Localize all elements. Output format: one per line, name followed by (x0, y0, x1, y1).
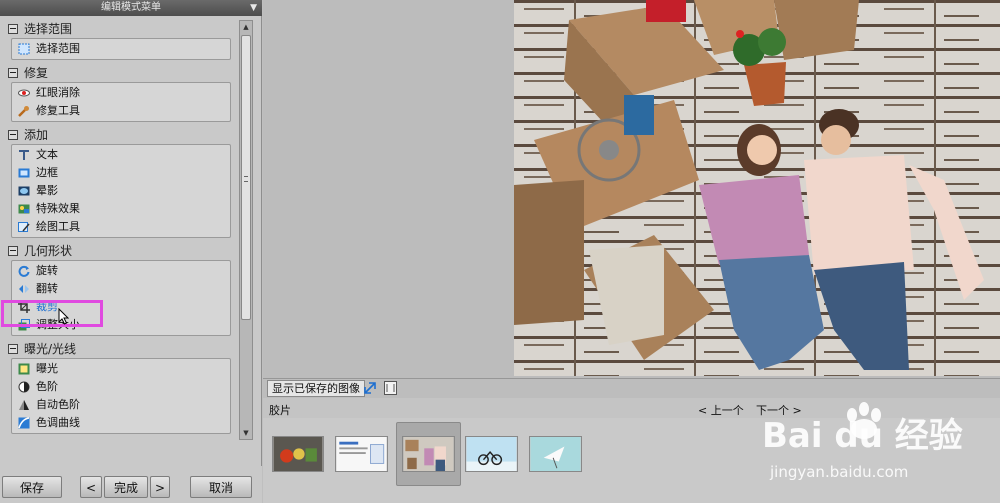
auto-levels-icon (18, 399, 30, 411)
menu-item-vignette[interactable]: 晕影 (12, 182, 230, 200)
menu-item-drawing-tool[interactable]: 绘图工具 (12, 218, 230, 236)
section-title: 选择范围 (24, 22, 73, 36)
menu-item-label: 晕影 (36, 184, 58, 197)
section-repair: 修复 红眼消除 修复工具 (5, 64, 237, 122)
scroll-down-arrow-icon[interactable]: ▼ (240, 427, 252, 439)
filmstrip (263, 418, 1000, 503)
section-header[interactable]: 选择范围 (5, 20, 237, 38)
rotate-icon (18, 265, 30, 277)
menu-list: 选择范围 选择范围 修复 红眼消除 修复工具 添加 文本 边框 晕影 特殊效果 … (5, 20, 237, 440)
filmstrip-previous-link[interactable]: < 上一个 (698, 402, 744, 418)
section-selection: 选择范围 选择范围 (5, 20, 237, 60)
edited-photo (514, 0, 1000, 376)
menu-item-auto-levels[interactable]: 自动色阶 (12, 396, 230, 414)
next-button[interactable]: > (150, 476, 170, 498)
done-button[interactable]: 完成 (104, 476, 148, 498)
filmstrip-toggle-icon[interactable] (384, 381, 397, 395)
section-geometry: 几何形状 旋转 翻转 裁剪 调整大小 (5, 242, 237, 336)
vignette-icon (18, 185, 30, 197)
section-title: 添加 (24, 128, 49, 142)
menu-item-text[interactable]: 文本 (12, 146, 230, 164)
menu-item-levels[interactable]: 色阶 (12, 378, 230, 396)
menu-item-label: 色调曲线 (36, 416, 80, 429)
drawing-tool-icon (18, 221, 30, 233)
tab-show-saved-images[interactable]: 显示已保存的图像 (267, 380, 365, 397)
collapse-icon[interactable] (8, 68, 18, 78)
thumbnail-document[interactable] (335, 436, 388, 472)
filmstrip-label: 胶片 (269, 404, 291, 417)
thumbnail-vegetables[interactable] (272, 436, 324, 472)
exposure-icon (18, 363, 30, 375)
menu-item-label: 文本 (36, 148, 58, 161)
cancel-button[interactable]: 取消 (190, 476, 252, 498)
panel-header: 编辑模式菜单 ▼ (0, 0, 262, 16)
tone-curve-icon (18, 417, 30, 429)
menu-item-select-range[interactable]: 选择范围 (12, 40, 230, 58)
menu-item-label: 修复工具 (36, 104, 80, 117)
menu-item-red-eye[interactable]: 红眼消除 (12, 84, 230, 102)
panel-menu-dropdown-icon[interactable]: ▼ (250, 0, 257, 16)
collapse-icon[interactable] (8, 24, 18, 34)
scroll-thumb[interactable] (241, 35, 251, 320)
section-title: 几何形状 (24, 244, 73, 258)
levels-icon (18, 381, 30, 393)
menu-item-label: 自动色阶 (36, 398, 80, 411)
menu-item-label: 色阶 (36, 380, 58, 393)
menu-item-exposure[interactable]: 曝光 (12, 360, 230, 378)
menu-item-label: 选择范围 (36, 42, 80, 55)
collapse-icon[interactable] (8, 130, 18, 140)
menu-item-label: 旋转 (36, 264, 58, 277)
menu-item-tone-curve[interactable]: 色调曲线 (12, 414, 230, 432)
action-bar: 保存 < 完成 > 取消 (0, 466, 262, 503)
section-title: 修复 (24, 66, 49, 80)
resize-icon (18, 319, 30, 331)
menu-item-label: 绘图工具 (36, 220, 80, 233)
section-header[interactable]: 曝光/光线 (5, 340, 237, 358)
expand-arrows-icon[interactable] (363, 381, 377, 395)
section-header[interactable]: 修复 (5, 64, 237, 82)
border-icon (18, 167, 30, 179)
filmstrip-next-link[interactable]: 下一个 > (756, 402, 802, 418)
scroll-up-arrow-icon[interactable]: ▲ (240, 21, 252, 33)
menu-item-label: 红眼消除 (36, 86, 80, 99)
view-tab-strip: 显示已保存的图像 (263, 378, 1000, 398)
menu-item-label: 裁剪 (36, 300, 58, 313)
menu-item-label: 特殊效果 (36, 202, 80, 215)
menu-item-special-effects[interactable]: 特殊效果 (12, 200, 230, 218)
section-add: 添加 文本 边框 晕影 特殊效果 绘图工具 (5, 126, 237, 238)
section-header[interactable]: 几何形状 (5, 242, 237, 260)
red-eye-icon (18, 87, 30, 99)
panel-title: 编辑模式菜单 (101, 2, 161, 13)
menu-item-flip[interactable]: 翻转 (12, 280, 230, 298)
section-exposure: 曝光/光线 曝光 色阶 自动色阶 色调曲线 (5, 340, 237, 434)
special-effects-icon (18, 203, 30, 215)
menu-item-crop[interactable]: 裁剪 (12, 298, 230, 316)
menu-item-border[interactable]: 边框 (12, 164, 230, 182)
menu-item-repair-tool[interactable]: 修复工具 (12, 102, 230, 120)
thumbnail-cyclist[interactable] (465, 436, 518, 472)
menu-item-rotate[interactable]: 旋转 (12, 262, 230, 280)
flip-icon (18, 283, 30, 295)
collapse-icon[interactable] (8, 246, 18, 256)
menu-scrollbar[interactable]: ▲ ▼ (239, 20, 253, 440)
thumbnail-couple-photo[interactable] (402, 436, 455, 472)
repair-tool-icon (18, 105, 30, 117)
edit-mode-panel: 编辑模式菜单 ▼ 选择范围 选择范围 修复 红眼消除 修复工具 添加 文本 边框… (0, 0, 262, 503)
filmstrip-header: 胶片 < 上一个 下一个 > (263, 398, 1000, 418)
crop-icon (18, 301, 30, 313)
save-button[interactable]: 保存 (2, 476, 62, 498)
selection-icon (18, 43, 30, 55)
text-icon (18, 149, 30, 161)
menu-item-label: 边框 (36, 166, 58, 179)
collapse-icon[interactable] (8, 344, 18, 354)
previous-button[interactable]: < (80, 476, 102, 498)
section-header[interactable]: 添加 (5, 126, 237, 144)
thumbnail-paper-plane[interactable] (529, 436, 582, 472)
section-title: 曝光/光线 (24, 342, 77, 356)
menu-item-label: 翻转 (36, 282, 58, 295)
menu-item-resize[interactable]: 调整大小 (12, 316, 230, 334)
mouse-cursor-icon (58, 308, 70, 325)
menu-item-label: 曝光 (36, 362, 58, 375)
